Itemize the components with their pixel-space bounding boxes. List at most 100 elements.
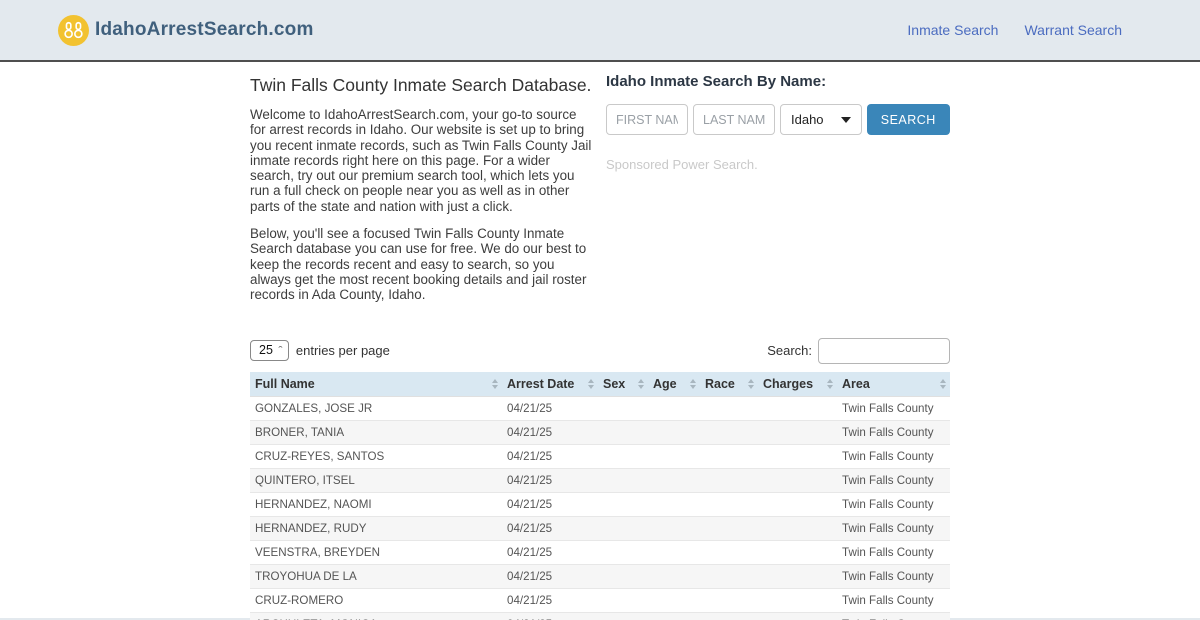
- sort-arrows-icon[interactable]: [690, 378, 696, 389]
- last-name-input[interactable]: [693, 104, 775, 135]
- cell-arrest-date: 04/21/25: [502, 516, 598, 541]
- table-search-label: Search:: [767, 343, 812, 359]
- inmate-table: Full Name Arrest Date Sex Age Race Charges Are…: [250, 371, 950, 620]
- site-header: IdahoArrestSearch.com Inmate Search Warr…: [0, 0, 1200, 62]
- column-header-charges[interactable]: Charges: [758, 371, 837, 397]
- cell-sex: [598, 612, 648, 620]
- cell-area: Twin Falls County: [837, 468, 950, 493]
- column-header-full-name[interactable]: Full Name: [250, 371, 502, 397]
- cell-race: [700, 516, 758, 541]
- column-header-arrest-date[interactable]: Arrest Date: [502, 371, 598, 397]
- cell-age: [648, 516, 700, 541]
- page-size-value: 25: [259, 343, 273, 358]
- cell-age: [648, 564, 700, 589]
- first-name-input[interactable]: [606, 104, 688, 135]
- cell-area: Twin Falls County: [837, 612, 950, 620]
- nav-inmate-search[interactable]: Inmate Search: [907, 22, 998, 38]
- cell-race: [700, 612, 758, 620]
- cell-race: [700, 540, 758, 565]
- logo-text: IdahoArrestSearch.com: [95, 19, 314, 40]
- column-label: Area: [842, 376, 870, 391]
- search-button[interactable]: SEARCH: [866, 104, 950, 135]
- column-header-race[interactable]: Race: [700, 371, 758, 397]
- cell-area: Twin Falls County: [837, 564, 950, 589]
- cell-charges: [758, 420, 837, 445]
- cell-race: [700, 444, 758, 469]
- table-row: VEENSTRA, BREYDEN 04/21/25 Twin Falls Coun…: [250, 540, 950, 565]
- column-label: Full Name: [255, 376, 315, 391]
- cell-sex: [598, 444, 648, 469]
- cell-area: Twin Falls County: [837, 588, 950, 613]
- table-row: CRUZ-REYES, SANTOS 04/21/25 Twin Falls Cou…: [250, 444, 950, 469]
- logo[interactable]: IdahoArrestSearch.com: [58, 14, 314, 46]
- state-select[interactable]: Idaho: [780, 104, 862, 135]
- cell-race: [700, 396, 758, 421]
- cell-sex: [598, 396, 648, 421]
- column-header-age[interactable]: Age: [648, 371, 700, 397]
- cell-charges: [758, 492, 837, 517]
- cell-full-name: VEENSTRA, BREYDEN: [250, 540, 502, 565]
- cell-sex: [598, 540, 648, 565]
- cell-age: [648, 468, 700, 493]
- sort-arrows-icon[interactable]: [827, 378, 833, 389]
- table-row: TROYOHUA DE LA 04/21/25 Twin Falls County: [250, 564, 950, 589]
- cell-arrest-date: 04/21/25: [502, 540, 598, 565]
- sort-arrows-icon[interactable]: [492, 378, 498, 389]
- page-size-select[interactable]: 25 ˆ͏: [250, 340, 289, 362]
- cell-full-name: GONZALES, JOSE JR: [250, 396, 502, 421]
- page: IdahoArrestSearch.com Inmate Search Warr…: [0, 0, 1200, 620]
- sort-arrows-icon[interactable]: [940, 378, 946, 389]
- chevron-down-icon: [840, 116, 851, 123]
- intro-paragraph-2: Below, you'll see a focused Twin Falls C…: [250, 226, 587, 303]
- table-search-input[interactable]: [818, 337, 950, 364]
- cell-full-name: HERNANDEZ, RUDY: [250, 516, 502, 541]
- cell-full-name: TROYOHUA DE LA: [250, 564, 502, 589]
- cell-sex: [598, 468, 648, 493]
- table-row: HERNANDEZ, NAOMI 04/21/25 Twin Falls Count…: [250, 492, 950, 517]
- table-row: QUINTERO, ITSEL 04/21/25 Twin Falls County: [250, 468, 950, 493]
- cell-age: [648, 492, 700, 517]
- page-title: Twin Falls County Inmate Search Database…: [250, 75, 592, 95]
- table-row: BRONER, TANIA 04/21/25 Twin Falls County: [250, 420, 950, 445]
- column-header-area[interactable]: Area: [837, 371, 950, 397]
- intro-paragraph-1: Welcome to IdahoArrestSearch.com, your g…: [250, 107, 592, 214]
- cell-area: Twin Falls County: [837, 540, 950, 565]
- cell-arrest-date: 04/21/25: [502, 564, 598, 589]
- cell-arrest-date: 04/21/25: [502, 612, 598, 620]
- cell-charges: [758, 540, 837, 565]
- cell-charges: [758, 516, 837, 541]
- cell-age: [648, 540, 700, 565]
- column-label: Age: [653, 376, 677, 391]
- cell-charges: [758, 468, 837, 493]
- cell-charges: [758, 396, 837, 421]
- cell-sex: [598, 516, 648, 541]
- cell-age: [648, 612, 700, 620]
- cell-full-name: CRUZ-ROMERO: [250, 588, 502, 613]
- sort-arrows-icon[interactable]: [588, 378, 594, 389]
- nav-warrant-search[interactable]: Warrant Search: [1024, 22, 1122, 38]
- sort-arrows-icon[interactable]: [638, 378, 644, 389]
- entries-per-page-label: entries per page: [295, 343, 390, 359]
- cell-race: [700, 492, 758, 517]
- cell-age: [648, 420, 700, 445]
- cell-arrest-date: 04/21/25: [502, 492, 598, 517]
- cell-area: Twin Falls County: [837, 516, 950, 541]
- cell-age: [648, 396, 700, 421]
- cell-area: Twin Falls County: [837, 492, 950, 517]
- cell-sex: [598, 420, 648, 445]
- sort-arrows-icon[interactable]: [748, 378, 754, 389]
- cell-age: [648, 588, 700, 613]
- column-header-sex[interactable]: Sex: [598, 371, 648, 397]
- main-nav: Inmate Search Warrant Search: [907, 22, 1122, 38]
- cell-arrest-date: 04/21/25: [502, 396, 598, 421]
- cell-arrest-date: 04/21/25: [502, 468, 598, 493]
- cell-arrest-date: 04/21/25: [502, 444, 598, 469]
- column-label: Sex: [603, 376, 626, 391]
- cell-area: Twin Falls County: [837, 444, 950, 469]
- cell-race: [700, 564, 758, 589]
- cell-full-name: BRONER, TANIA: [250, 420, 502, 445]
- cell-arrest-date: 04/21/25: [502, 588, 598, 613]
- state-select-value: Idaho: [791, 112, 824, 127]
- cell-arrest-date: 04/21/25: [502, 420, 598, 445]
- cell-charges: [758, 564, 837, 589]
